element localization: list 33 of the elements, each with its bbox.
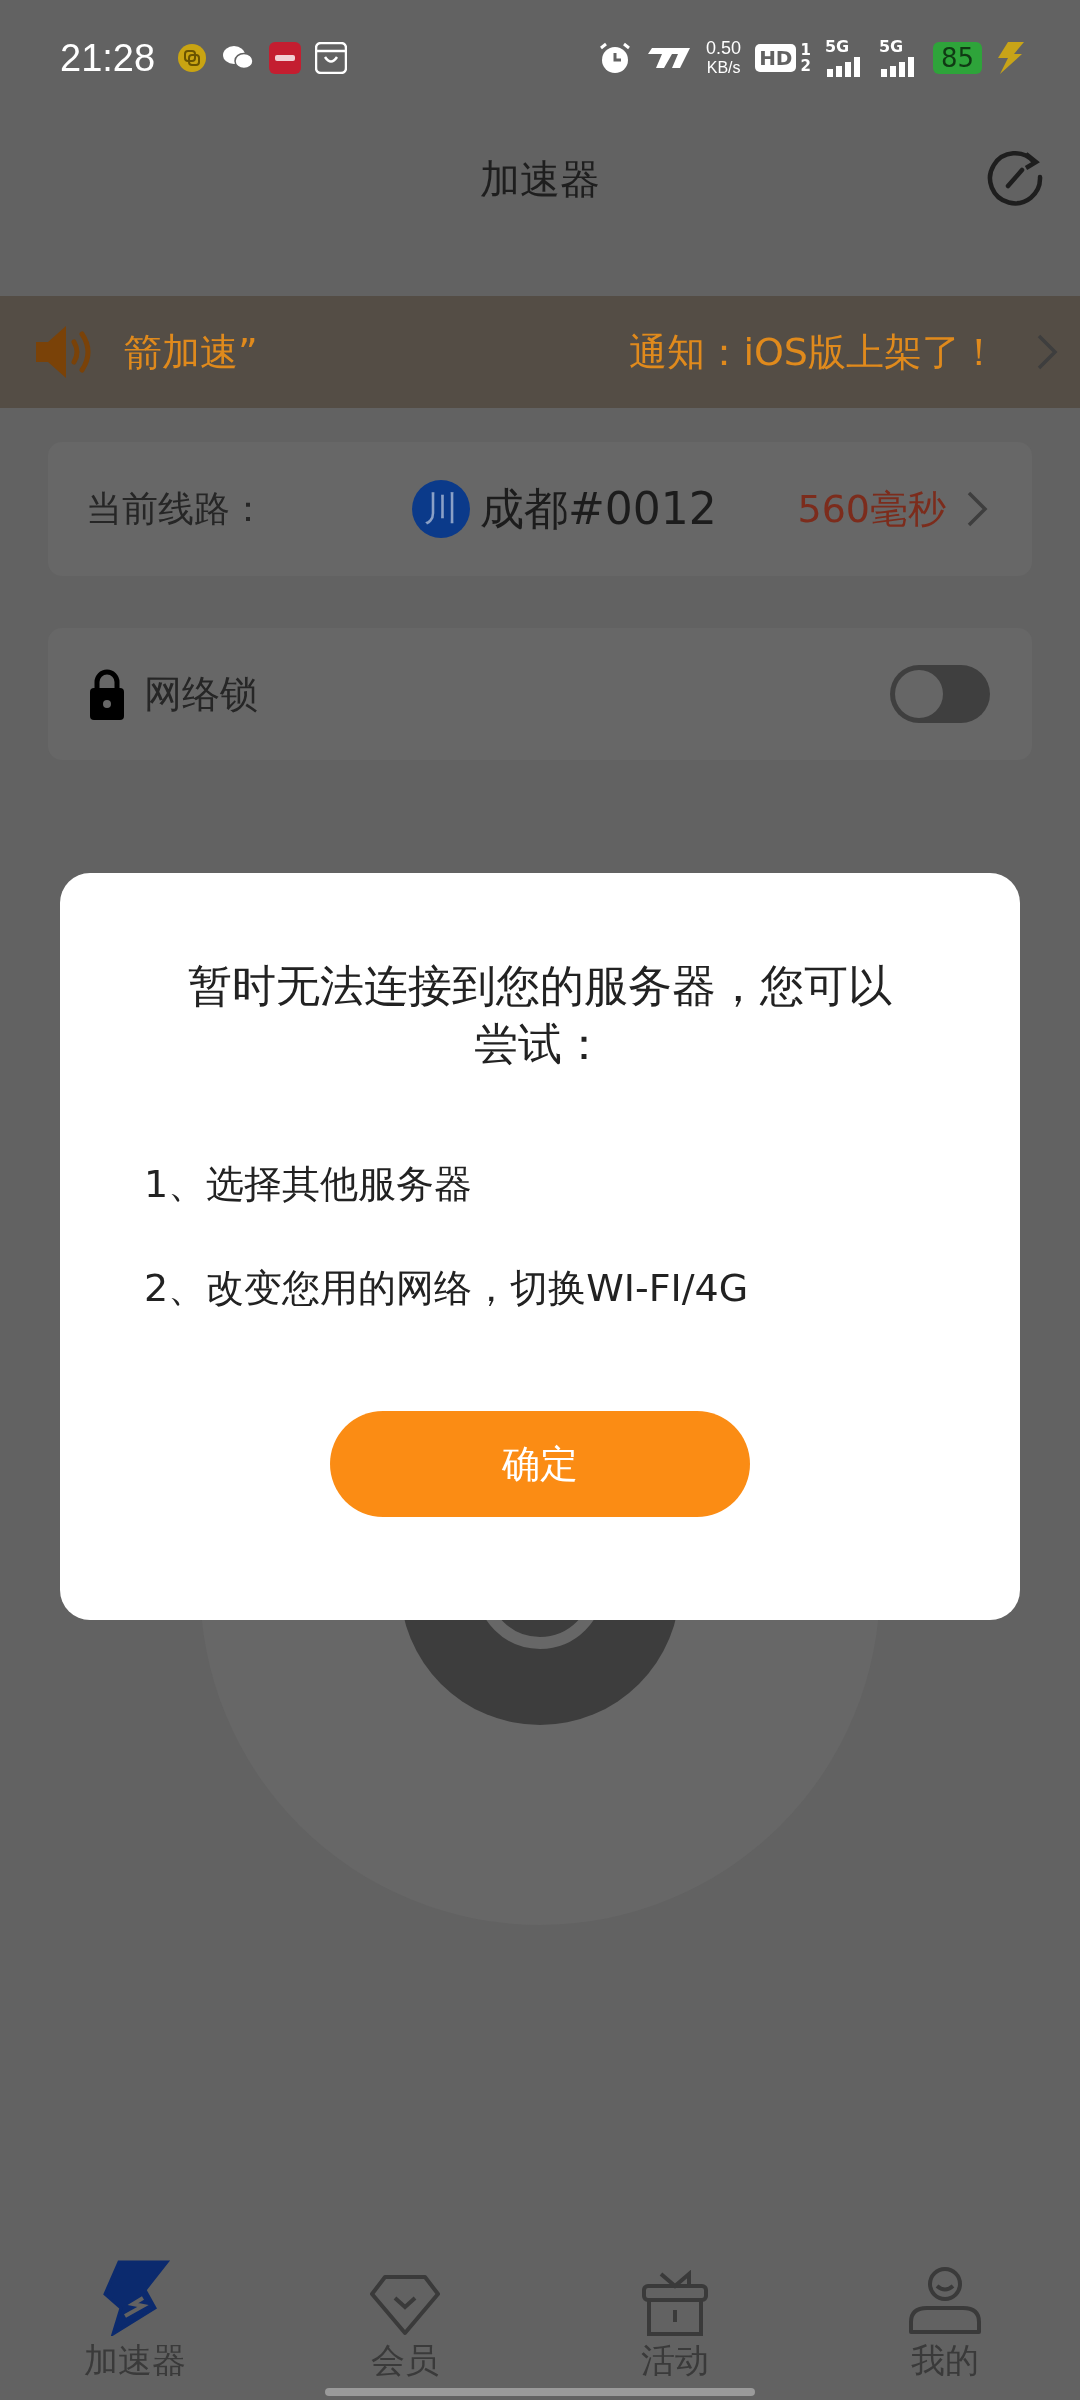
coin-app-icon (177, 43, 208, 73)
chevron-right-icon (966, 490, 988, 528)
gift-icon (641, 2270, 709, 2336)
latency-value: 560毫秒 (797, 485, 946, 533)
suggestion-text: 2、改变您用的网络，切换WI-FI/4G (144, 1265, 750, 1312)
user-icon (907, 2266, 983, 2336)
route-label: 当前线路： (86, 486, 266, 531)
notice-text: 通知：iOS版上架了！ (629, 328, 998, 376)
network-speed-unit: KB/s (706, 58, 741, 77)
diamond-icon (369, 2274, 441, 2336)
network-speed: 0.50 (706, 39, 742, 58)
shop-app-icon (315, 42, 348, 74)
region-badge: 川 (412, 480, 470, 538)
alarm-icon (598, 41, 633, 75)
sim-number: 2 (800, 58, 811, 74)
carrier-logo-icon (646, 46, 693, 70)
status-time: 21:28 (60, 36, 156, 80)
charging-icon (996, 42, 1024, 74)
network-type: 5G (824, 39, 850, 55)
hd-badge: HD (755, 44, 797, 72)
battery-level: 85 (932, 42, 982, 74)
confirm-button[interactable]: 确定 (330, 1411, 750, 1517)
sim-number: 1 (800, 42, 811, 58)
dialog-message: 暂时无法连接到您的服务器，您可以尝试： (187, 959, 893, 1071)
marquee-text: 箭加速” (124, 328, 258, 376)
network-type: 5G (878, 39, 904, 55)
page-title: 加速器 (480, 154, 600, 204)
server-name: 成都#0012 (480, 481, 717, 536)
route-card[interactable]: 当前线路： 川 成都#0012 560毫秒 (48, 442, 1032, 576)
lock-icon (90, 668, 124, 720)
lock-label: 网络锁 (144, 670, 258, 718)
notice-banner[interactable]: 箭加速” 通知：iOS版上架了！ (0, 296, 1080, 408)
suggestion-text: 1、选择其他服务器 (144, 1161, 474, 1208)
